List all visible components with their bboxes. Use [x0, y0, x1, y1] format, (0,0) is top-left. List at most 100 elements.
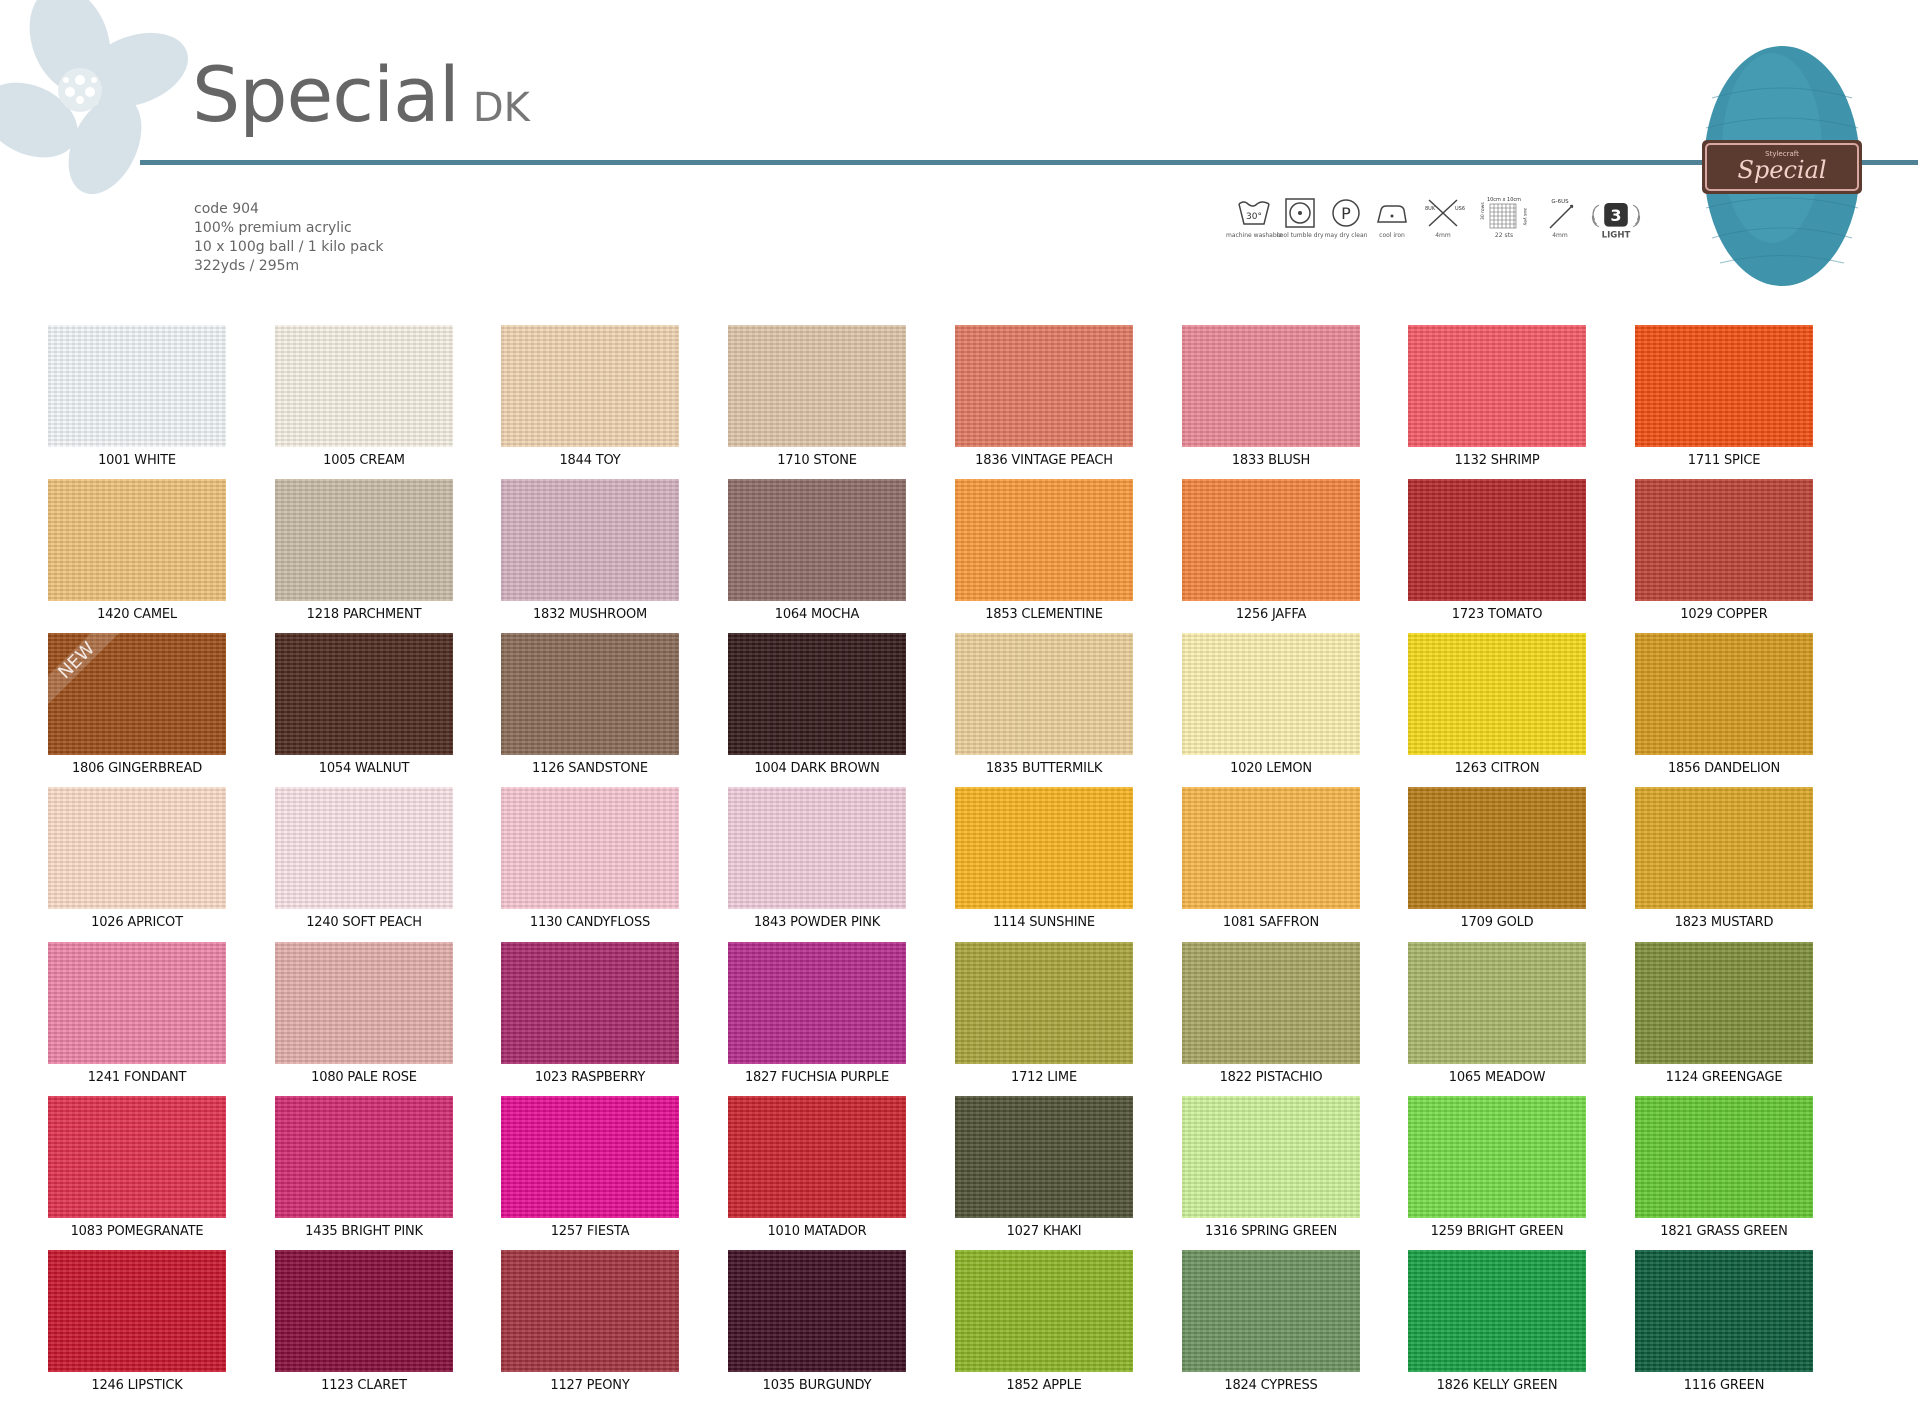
swatch-label: 1821 GRASS GREEN [1660, 1224, 1788, 1239]
swatch-label: 1035 BURGUNDY [762, 1378, 872, 1393]
swatch-color [501, 942, 679, 1064]
swatch: 1114 SUNSHINE [955, 787, 1133, 930]
swatch-color [1635, 787, 1813, 909]
swatch-color [728, 633, 906, 755]
hook-caption: 4mm [1552, 232, 1568, 239]
swatch: 1123 CLARET [275, 1250, 453, 1393]
swatch: 1835 BUTTERMILK [955, 633, 1133, 776]
swatch-color [48, 479, 226, 601]
swatch-label: 1844 TOY [559, 453, 621, 468]
swatch: 1005 CREAM [275, 325, 453, 468]
dryclean-symbol: P may dry clean [1325, 196, 1367, 239]
swatch-label: 1827 FUCHSIA PURPLE [744, 1070, 890, 1085]
spec-fibre: 100% premium acrylic [194, 220, 352, 236]
swatch-color [1182, 633, 1360, 755]
swatch-color [275, 787, 453, 909]
swatch-label: 1218 PARCHMENT [306, 607, 422, 622]
swatch-color [1182, 787, 1360, 909]
spec-length: 322yds / 295m [194, 258, 300, 274]
swatch: 1241 FONDANT [48, 942, 226, 1085]
swatch: 1826 KELLY GREEN [1408, 1250, 1586, 1393]
swatch-label: 1853 CLEMENTINE [985, 607, 1103, 622]
swatch-label: 1843 POWDER PINK [753, 915, 881, 930]
swatch: 1023 RASPBERRY [501, 942, 679, 1085]
swatch-color [501, 479, 679, 601]
spec-block: code 904 100% premium acrylic 10 x 100g … [194, 200, 383, 276]
swatch: 1263 CITRON [1408, 633, 1586, 776]
swatch-label: 1020 LEMON [1230, 761, 1312, 776]
swatch-label: 1010 MATADOR [767, 1224, 867, 1239]
swatch-color [955, 1250, 1133, 1372]
weight-label: LIGHT [1602, 230, 1631, 240]
swatch-color [1635, 325, 1813, 447]
tension-rows: 30 rows [1480, 202, 1486, 220]
swatch-label: 1835 BUTTERMILK [985, 761, 1103, 776]
swatch-color [955, 633, 1133, 755]
swatch-label: 1126 SANDSTONE [532, 761, 648, 776]
swatch: 1132 SHRIMP [1408, 325, 1586, 468]
swatch-label: 1712 LIME [1011, 1070, 1077, 1085]
tension-top: 10cm x 10cm [1487, 197, 1521, 203]
swatch-color [501, 787, 679, 909]
swatch-label: 1081 SAFFRON [1222, 915, 1320, 930]
swatch-label: 1054 WALNUT [318, 761, 410, 776]
tension-symbol: 10cm x 10cm 30 rows aus yey 22 sts [1474, 196, 1534, 239]
swatch-color [1182, 325, 1360, 447]
swatch-color [275, 1250, 453, 1372]
swatch: 1420 CAMEL [48, 479, 226, 622]
swatch: 1218 PARCHMENT [275, 479, 453, 622]
swatch-label: 1257 FIESTA [550, 1224, 630, 1239]
swatch-color [501, 325, 679, 447]
swatch: 1065 MEADOW [1408, 942, 1586, 1085]
swatch: 1020 LEMON [1182, 633, 1360, 776]
hook-symbol: G-6US 4mm [1540, 196, 1580, 239]
swatch-color [728, 1250, 906, 1372]
swatch-color [501, 1096, 679, 1218]
yarn-weight-icon: 3 LIGHT [1591, 203, 1641, 240]
swatch-label: 1256 JAFFA [1235, 607, 1307, 622]
iron-icon [1377, 205, 1407, 223]
swatch: 1026 APRICOT [48, 787, 226, 930]
swatch-color [728, 787, 906, 909]
swatch-label: 1080 PALE ROSE [311, 1070, 417, 1085]
swatch: 1709 GOLD [1408, 787, 1586, 930]
swatch: 1832 MUSHROOM [501, 479, 679, 622]
swatch: 1001 WHITE [48, 325, 226, 468]
accent-rule [140, 160, 1918, 165]
wash-caption: machine washable [1225, 232, 1283, 239]
swatch-color [1408, 325, 1586, 447]
spec-pack: 10 x 100g ball / 1 kilo pack [194, 239, 384, 255]
swatch-label: 1083 POMEGRANATE [70, 1224, 204, 1239]
swatch-color [48, 942, 226, 1064]
swatch-color [728, 325, 906, 447]
swatch: 1435 BRIGHT PINK [275, 1096, 453, 1239]
swatch: 1823 MUSTARD [1635, 787, 1813, 930]
yarn-ball-image: Stylecraft Special [1702, 46, 1862, 286]
swatch: 1824 CYPRESS [1182, 1250, 1360, 1393]
swatch: 1833 BLUSH [1182, 325, 1360, 468]
swatch-color [1635, 1096, 1813, 1218]
swatch-color [1635, 633, 1813, 755]
swatch: 1083 POMEGRANATE [48, 1096, 226, 1239]
swatch: 1843 POWDER PINK [728, 787, 906, 930]
swatch: 1856 DANDELION [1635, 633, 1813, 776]
tension-grid-icon: 10cm x 10cm 30 rows aus yey [1480, 197, 1527, 229]
swatch-color [275, 942, 453, 1064]
swatch: 1723 TOMATO [1408, 479, 1586, 622]
swatch: 1010 MATADOR [728, 1096, 906, 1239]
swatch-label: 1064 MOCHA [774, 607, 860, 622]
swatch-color [1182, 942, 1360, 1064]
swatch-label: 1723 TOMATO [1451, 607, 1543, 622]
swatch-label: 1852 APPLE [1006, 1378, 1082, 1393]
svg-text:P: P [1341, 204, 1351, 223]
swatch-color [501, 633, 679, 755]
swatch: 1124 GREENGAGE [1635, 942, 1813, 1085]
swatch-label: 1435 BRIGHT PINK [305, 1224, 423, 1239]
needles-symbol: 8UK US6 4mm [1418, 196, 1468, 239]
care-symbols: 30° machine washable cool tumble dry P m… [1226, 196, 1646, 256]
swatch: 1064 MOCHA [728, 479, 906, 622]
swatch-color [1408, 633, 1586, 755]
crochet-hook-icon: G-6US [1549, 199, 1574, 229]
swatch-color [1182, 479, 1360, 601]
swatch: 1257 FIESTA [501, 1096, 679, 1239]
